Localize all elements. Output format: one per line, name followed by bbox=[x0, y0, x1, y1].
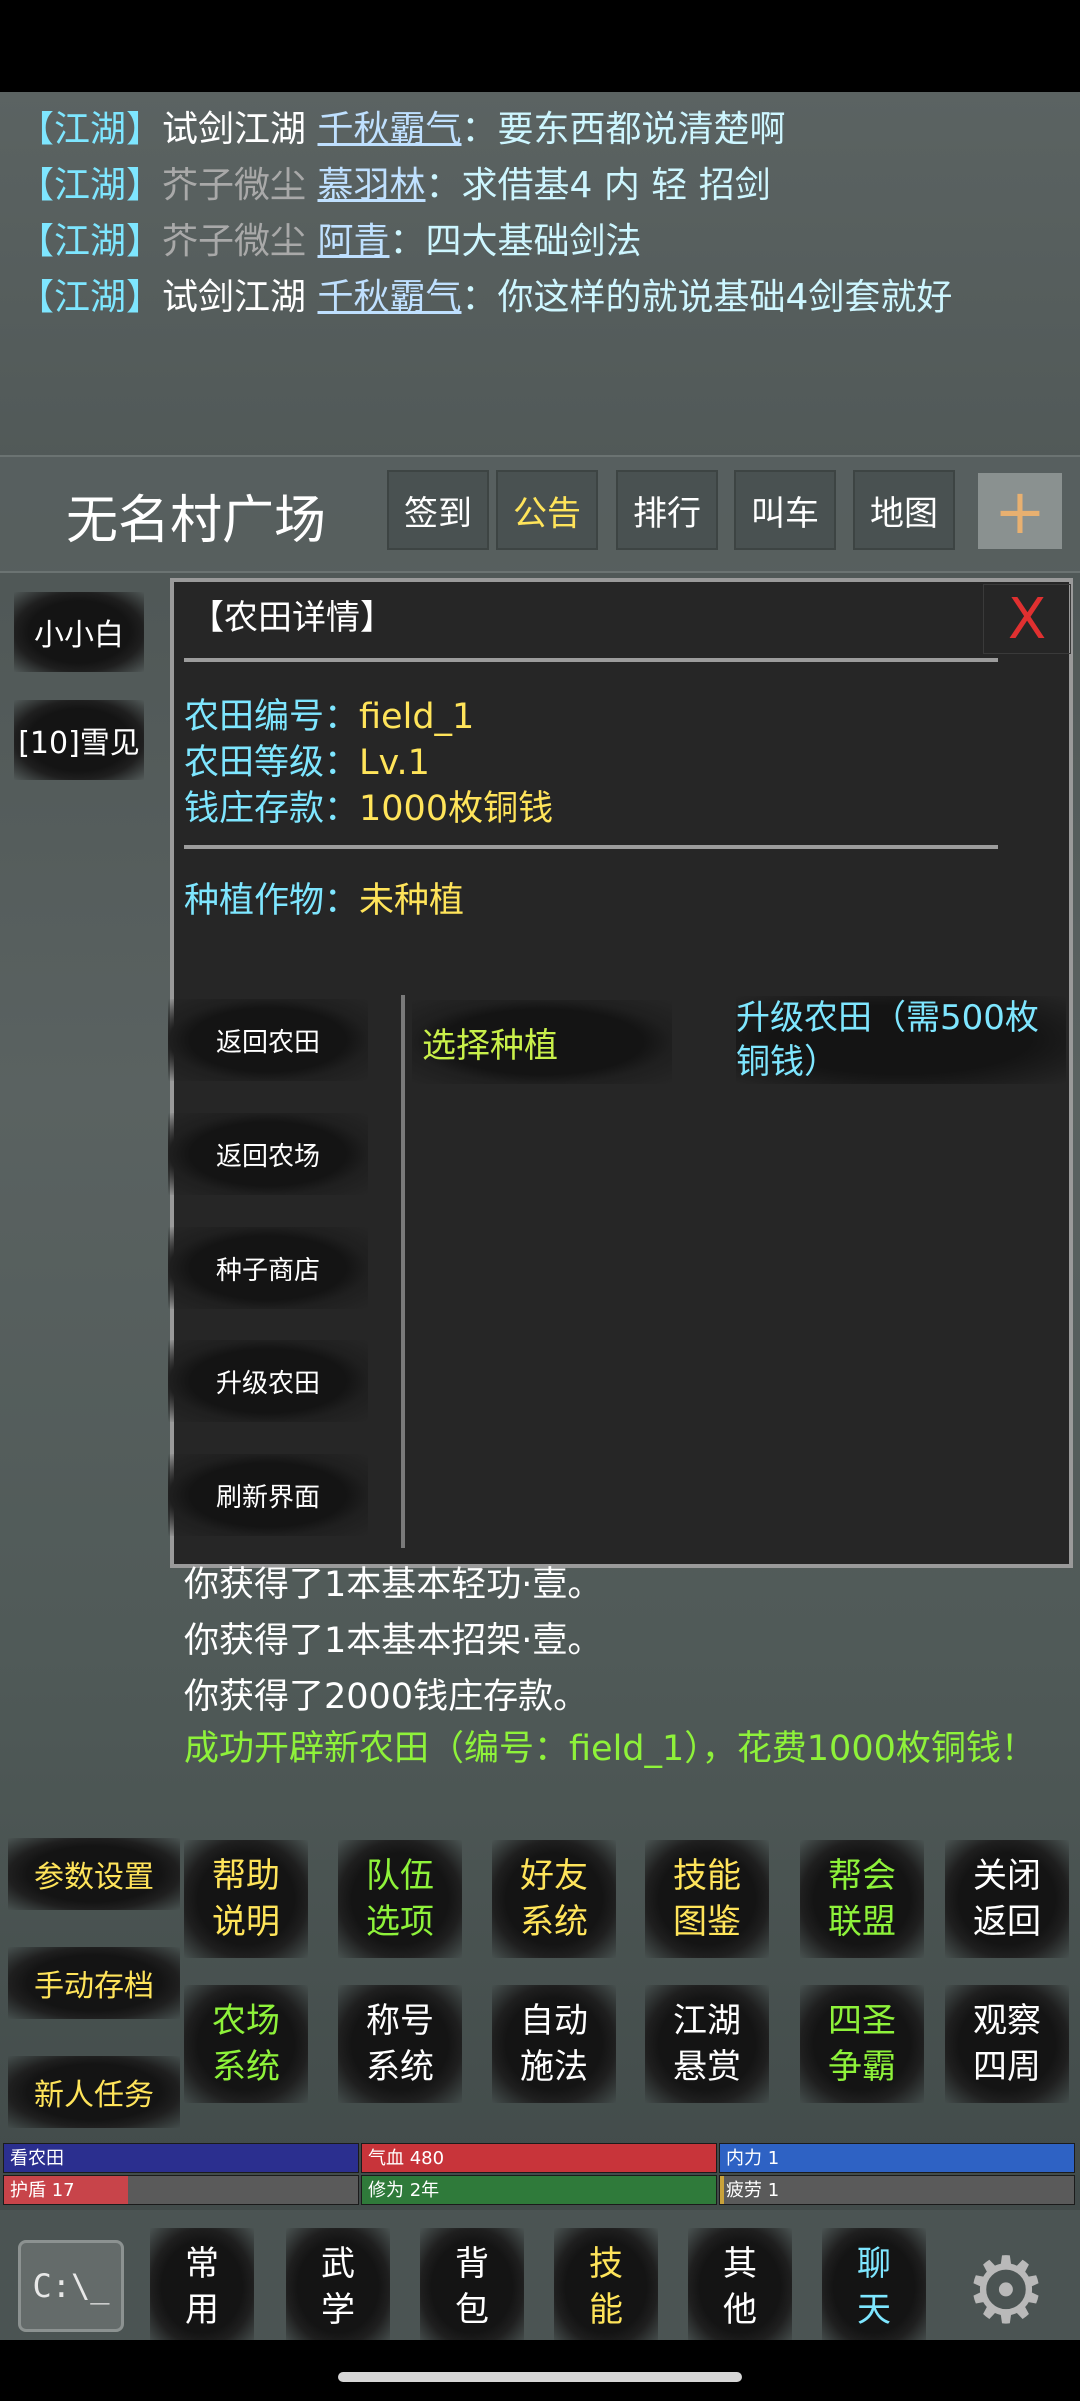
friends-button[interactable]: 好友 系统 bbox=[492, 1840, 616, 1958]
console-icon[interactable]: C:\_ bbox=[18, 2240, 124, 2332]
player-tag[interactable]: 小小白 bbox=[14, 592, 144, 672]
field-id-row: 农田编号：field_1 bbox=[184, 697, 475, 737]
fatigue-bar: 疲劳 1 bbox=[719, 2175, 1075, 2205]
auto-cast-button[interactable]: 自动 施法 bbox=[492, 1985, 616, 2103]
help-button[interactable]: 帮助 说明 bbox=[184, 1840, 308, 1958]
bounty-button[interactable]: 江湖 悬赏 bbox=[645, 1985, 769, 2103]
chat-channel: 【江湖】 bbox=[18, 109, 163, 150]
home-indicator[interactable] bbox=[338, 2372, 742, 2382]
chat-channel: 【江湖】 bbox=[18, 221, 163, 262]
upgrade-field-link[interactable]: 升级农田（需500枚铜钱） bbox=[736, 996, 1066, 1084]
chat-source: 试剑江湖 bbox=[162, 109, 307, 150]
chat-message: 你这样的就说基础4剑套就好 bbox=[497, 277, 953, 318]
close-button[interactable]: X bbox=[983, 584, 1071, 654]
skill-codex-button[interactable]: 技能 图鉴 bbox=[645, 1840, 769, 1958]
vertical-divider bbox=[401, 995, 405, 1548]
nav-skills[interactable]: 技能 bbox=[554, 2228, 658, 2346]
back-to-field-button[interactable]: 返回农田 bbox=[168, 999, 368, 1081]
chat-user-link[interactable]: 千秋霸气 bbox=[317, 277, 461, 318]
close-icon: X bbox=[1007, 586, 1047, 652]
chat-panel: 【江湖】试剑江湖 千秋霸气：要东西都说清楚啊 【江湖】芥子微尘 慕羽林：求借基4… bbox=[0, 92, 1080, 452]
location-title: 无名村广场 bbox=[66, 491, 327, 551]
nav-other[interactable]: 其他 bbox=[688, 2228, 792, 2346]
divider bbox=[184, 658, 998, 662]
log-success-line: 成功开辟新农田（编号：field_1），花费1000枚铜钱！ bbox=[184, 1729, 1036, 1769]
field-level-row: 农田等级：Lv.1 bbox=[184, 743, 430, 783]
announcement-button[interactable]: 公告 bbox=[496, 470, 598, 550]
select-plant-button[interactable]: 选择种植 bbox=[412, 1000, 672, 1084]
chat-line: 【江湖】试剑江湖 千秋霸气：要东西都说清楚啊 bbox=[18, 109, 786, 150]
map-button[interactable]: 地图 bbox=[853, 470, 955, 550]
four-saints-button[interactable]: 四圣 争霸 bbox=[800, 1985, 924, 2103]
chat-line: 【江湖】芥子微尘 阿青：四大基础剑法 bbox=[18, 221, 642, 262]
sign-in-button[interactable]: 签到 bbox=[387, 470, 489, 550]
chat-channel: 【江湖】 bbox=[18, 277, 163, 318]
log-line: 你获得了1本基本轻功·壹。 bbox=[184, 1565, 603, 1605]
settings-button[interactable]: 参数设置 bbox=[8, 1838, 180, 1910]
dialog-title: 【农田详情】 bbox=[190, 598, 394, 638]
gesture-area bbox=[0, 2340, 1080, 2401]
chat-user-link[interactable]: 千秋霸气 bbox=[317, 109, 461, 150]
chat-user-link[interactable]: 慕羽林 bbox=[317, 165, 425, 206]
chat-message: 要东西都说清楚啊 bbox=[497, 109, 786, 150]
chat-source: 芥子微尘 bbox=[162, 165, 307, 206]
plus-button[interactable]: + bbox=[978, 473, 1062, 549]
cultivation-bar: 修为 2年 bbox=[361, 2175, 717, 2205]
nav-martial[interactable]: 武学 bbox=[286, 2228, 390, 2346]
plus-icon: + bbox=[994, 474, 1046, 548]
log-line: 你获得了2000钱庄存款。 bbox=[184, 1677, 589, 1717]
chat-line: 【江湖】试剑江湖 千秋霸气：你这样的就说基础4剑套就好 bbox=[18, 277, 953, 318]
chat-user-link[interactable]: 阿青 bbox=[317, 221, 389, 262]
chat-message: 四大基础剑法 bbox=[425, 221, 642, 262]
upgrade-field-button[interactable]: 升级农田 bbox=[168, 1340, 368, 1422]
guild-button[interactable]: 帮会 联盟 bbox=[800, 1840, 924, 1958]
observe-button[interactable]: 观察 四周 bbox=[945, 1985, 1069, 2103]
call-car-button[interactable]: 叫车 bbox=[734, 470, 836, 550]
manual-save-button[interactable]: 手动存档 bbox=[8, 1947, 180, 2019]
seed-shop-button[interactable]: 种子商店 bbox=[168, 1227, 368, 1309]
hp-bar: 气血 480 bbox=[361, 2143, 717, 2173]
task-bar: 看农田 bbox=[3, 2143, 359, 2173]
bank-deposit-row: 钱庄存款：1000枚铜钱 bbox=[184, 789, 554, 829]
chat-line: 【江湖】芥子微尘 慕羽林：求借基4 内 轻 招剑 bbox=[18, 165, 771, 206]
system-gear-icon[interactable]: ⚙ bbox=[950, 2237, 1062, 2344]
back-to-farm-button[interactable]: 返回农场 bbox=[168, 1113, 368, 1195]
nav-bag[interactable]: 背包 bbox=[420, 2228, 524, 2346]
newbie-quest-button[interactable]: 新人任务 bbox=[8, 2056, 180, 2128]
shield-bar: 护盾 17 bbox=[3, 2175, 359, 2205]
refresh-button[interactable]: 刷新界面 bbox=[168, 1454, 368, 1536]
nav-common[interactable]: 常用 bbox=[150, 2228, 254, 2346]
log-line: 你获得了1本基本招架·壹。 bbox=[184, 1621, 603, 1661]
close-return-button[interactable]: 关闭 返回 bbox=[945, 1840, 1069, 1958]
mp-bar: 内力 1 bbox=[719, 2143, 1075, 2173]
divider bbox=[184, 845, 998, 849]
chat-message: 求借基4 内 轻 招剑 bbox=[461, 165, 771, 206]
ranking-button[interactable]: 排行 bbox=[616, 470, 718, 550]
team-button[interactable]: 队伍 选项 bbox=[338, 1840, 462, 1958]
chat-channel: 【江湖】 bbox=[18, 165, 163, 206]
nav-chat[interactable]: 聊天 bbox=[822, 2228, 926, 2346]
chat-source: 试剑江湖 bbox=[162, 277, 307, 318]
chat-source: 芥子微尘 bbox=[162, 221, 307, 262]
title-system-button[interactable]: 称号 系统 bbox=[338, 1985, 462, 2103]
status-bar-area bbox=[0, 0, 1080, 92]
player-tag[interactable]: [10]雪见 bbox=[14, 700, 144, 780]
farm-system-button[interactable]: 农场 系统 bbox=[184, 1985, 308, 2103]
crop-row: 种植作物：未种植 bbox=[184, 881, 465, 921]
